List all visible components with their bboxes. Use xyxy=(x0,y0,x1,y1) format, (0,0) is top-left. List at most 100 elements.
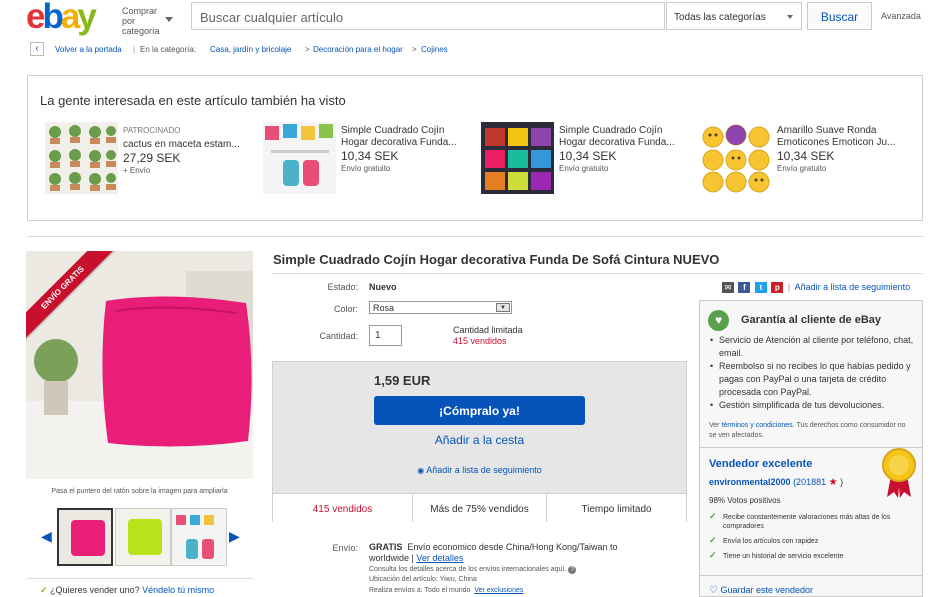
ships-to-row: Realiza envíos a: Todo el mundo Ver excl… xyxy=(369,587,523,594)
guarantee-item: • Gestión simplificada de tus devolucione… xyxy=(710,400,885,410)
chevron-down-icon xyxy=(165,17,173,22)
shipping-label: Envío: xyxy=(332,543,358,553)
card-title[interactable]: cactus en maceta estam... xyxy=(123,139,251,151)
email-icon[interactable]: ✉ xyxy=(722,282,734,293)
divider xyxy=(27,578,253,579)
logo-letter: y xyxy=(77,0,97,36)
chevron-right-icon[interactable]: ▶ xyxy=(229,528,240,545)
add-to-cart-button[interactable]: Añadir a la cesta xyxy=(374,433,585,447)
sold-count-text: 415 vendidos xyxy=(453,336,507,346)
back-to-home-link[interactable]: Volver a la portada xyxy=(55,45,122,54)
heart-icon: ♡ xyxy=(709,585,718,596)
eye-icon: ◉ xyxy=(417,466,425,475)
international-note: Consulta los detalles acerca de los enví… xyxy=(369,566,577,574)
buy-now-button[interactable]: ¡Cómpralo ya! xyxy=(374,396,585,425)
positive-feedback: 98% Votos positivos xyxy=(709,496,781,505)
save-seller-button[interactable]: ♡ Guardar este vendedor xyxy=(709,585,813,596)
logo-letter: e xyxy=(26,0,46,36)
sponsored-label: PATROCINADO xyxy=(123,126,181,135)
limited-quantity-text: Cantidad limitada xyxy=(453,325,523,335)
help-icon[interactable]: ? xyxy=(568,566,577,574)
seller-check-item: ✓ Tiene un historial de servicio excelent… xyxy=(709,551,914,561)
exclusions-link[interactable]: Ver exclusiones xyxy=(474,587,523,594)
share-row: ✉ f t p | Añadir a lista de seguimiento xyxy=(722,282,910,294)
also-viewed-heading: La gente interesada en este artículo tam… xyxy=(40,93,346,108)
save-seller-label: Guardar este vendedor xyxy=(720,585,814,595)
breadcrumb-separator: > xyxy=(305,45,310,54)
search-input[interactable]: Buscar cualquier artículo xyxy=(191,2,665,30)
quantity-label: Cantidad: xyxy=(319,331,358,341)
chevron-down-icon: ▼ xyxy=(496,303,510,312)
guarantee-item: • Reembolso si no recibes lo que habías p… xyxy=(710,361,911,397)
quantity-input[interactable]: 1 xyxy=(369,325,402,346)
stats-bar: 415 vendidos Más de 75% vendidos Tiempo … xyxy=(273,493,686,522)
pinterest-icon[interactable]: p xyxy=(771,282,784,293)
seller-check-text: Tiene un historial de servicio excelente xyxy=(723,553,844,560)
ships-to-text: Realiza envíos a: Todo el mundo xyxy=(369,587,471,594)
color-label: Color: xyxy=(333,304,358,314)
terms-link[interactable]: términos y condiciones xyxy=(721,422,792,429)
logo-letter: a xyxy=(60,0,81,36)
search-button[interactable]: Buscar xyxy=(807,2,872,30)
watchlist-label: Añadir a lista de seguimiento xyxy=(426,465,542,475)
guarantee-item-text: Servicio de Atención al cliente por telé… xyxy=(719,335,914,358)
card-price: 10,34 SEK xyxy=(777,149,835,163)
shop-by-category[interactable]: Comprar por categoría xyxy=(122,6,173,36)
guarantee-item-text: Reembolso si no recibes lo que habías pe… xyxy=(719,361,911,397)
facebook-icon[interactable]: f xyxy=(738,282,751,293)
back-arrow-icon[interactable]: ‹ xyxy=(30,42,44,56)
color-select[interactable]: Rosa ▼ xyxy=(369,301,512,314)
add-to-watchlist-button[interactable]: ◉ Añadir a lista de seguimiento xyxy=(374,465,585,475)
divider xyxy=(272,273,923,274)
also-viewed-card[interactable]: Simple Cuadrado Cojín Hogar decorativa F… xyxy=(481,122,691,194)
seller-check-item: ✓ Envía los artículos con rapidez xyxy=(709,536,914,546)
sell-one-row: ✓ ¿Quieres vender uno? Véndelo tú mismo xyxy=(40,585,214,596)
intl-note-text: Consulta los detalles acerca de los enví… xyxy=(369,566,567,573)
stat-sold: 415 vendidos xyxy=(273,494,413,522)
also-viewed-card[interactable]: Simple Cuadrado Cojín Hogar decorativa F… xyxy=(263,122,473,194)
also-viewed-card[interactable]: Amarillo Suave Ronda Emoticones Emoticon… xyxy=(699,122,909,194)
price: 1,59 EUR xyxy=(374,373,431,388)
card-price: 10,34 SEK xyxy=(559,149,617,163)
image-hover-hint: Pasa el puntero del ratón sobre la image… xyxy=(51,488,228,495)
watchlist-link[interactable]: Añadir a lista de seguimiento xyxy=(795,282,911,292)
shop-by-category-label: Comprar por categoría xyxy=(122,6,160,36)
seller-check-item: ✓ Recibe constantemente valoraciones más … xyxy=(709,512,914,531)
breadcrumb-item[interactable]: Cojines xyxy=(421,45,448,54)
guarantee-title: Garantía al cliente de eBay xyxy=(741,314,882,326)
divider xyxy=(27,236,923,237)
condition-value: Nuevo xyxy=(369,282,397,292)
terms-pre: Ver xyxy=(709,422,720,429)
card-price: 10,34 SEK xyxy=(341,149,399,163)
terms-note: Ver términos y condiciones. Tus derechos… xyxy=(709,421,909,441)
thumbnail-image[interactable] xyxy=(115,508,171,566)
category-select[interactable]: Todas las categorías xyxy=(666,2,802,30)
thumbnail-image[interactable] xyxy=(171,508,227,566)
breadcrumb-item[interactable]: Decoración para el hogar xyxy=(313,45,403,54)
top-rated-medal-icon xyxy=(880,447,918,499)
product-thumbnail xyxy=(263,122,336,194)
ebay-logo[interactable]: ebay xyxy=(26,0,97,37)
also-viewed-card[interactable]: PATROCINADO cactus en maceta estam... 27… xyxy=(45,122,255,194)
card-title[interactable]: Amarillo Suave Ronda Emoticones Emoticon… xyxy=(777,125,905,149)
card-title[interactable]: Simple Cuadrado Cojín Hogar decorativa F… xyxy=(341,125,469,149)
guarantee-panel: ♥ Garantía al cliente de eBay • Servicio … xyxy=(699,300,923,597)
chevron-left-icon[interactable]: ◀ xyxy=(41,528,52,545)
main-product-image[interactable]: ENVÍO GRATIS xyxy=(26,251,253,479)
in-category-label: En la categoría: xyxy=(140,45,197,54)
sell-question: ¿Quieres vender uno? xyxy=(50,585,140,595)
card-shipping: Envío gratuito xyxy=(777,164,827,173)
stat-limited-time: Tiempo limitado xyxy=(581,504,652,515)
seller-name[interactable]: environmental2000 xyxy=(709,477,791,487)
thumbnail-image[interactable] xyxy=(57,508,113,566)
card-shipping: Envío gratuito xyxy=(341,164,391,173)
see-details-link[interactable]: Ver detalles xyxy=(416,553,463,563)
breadcrumb-item[interactable]: Casa, jardín y bricolaje xyxy=(210,45,291,54)
sell-link[interactable]: Véndelo tú mismo xyxy=(142,585,214,595)
share-separator: | xyxy=(787,282,791,292)
seller-score[interactable]: (201881 xyxy=(793,477,826,487)
advanced-search-link[interactable]: Avanzada xyxy=(881,11,921,21)
twitter-icon[interactable]: t xyxy=(754,282,767,293)
card-title[interactable]: Simple Cuadrado Cojín Hogar decorativa F… xyxy=(559,125,687,149)
shipping-text: Envío economico desde China/Hong Kong/Ta… xyxy=(369,542,618,563)
